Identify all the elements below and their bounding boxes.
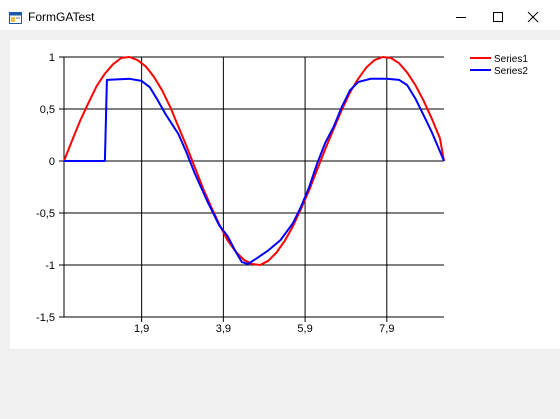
close-button[interactable] [510, 3, 556, 30]
minimize-icon [456, 16, 466, 18]
y-tick-label: -0,5 [36, 208, 55, 220]
x-tick-label: 3,9 [216, 323, 231, 335]
y-tick-label: 1 [49, 52, 55, 64]
close-icon [527, 11, 539, 22]
x-tick-label: 7,9 [379, 323, 394, 335]
window-title: FormGATest [28, 10, 95, 24]
y-tick-label: -1,5 [36, 312, 55, 324]
chart-panel: 1 0,5 0 -0,5 -1 -1,5 1,9 3,9 5,9 7,9 Series1 Serie… [10, 40, 560, 349]
app-icon [9, 11, 22, 24]
maximize-icon [493, 11, 503, 22]
y-tick-label: 0,5 [40, 104, 55, 116]
line-chart: 1 0,5 0 -0,5 -1 -1,5 1,9 3,9 5,9 7,9 Series1Serie… [36, 52, 528, 335]
x-tick-label: 1,9 [134, 323, 149, 335]
x-tick-label: 5,9 [297, 323, 312, 335]
y-tick-label: -1 [45, 260, 55, 272]
grid [64, 56, 444, 318]
y-tick-label: 0 [49, 156, 55, 168]
legend-label: Series2 [494, 66, 528, 77]
legend: Series1Series2 [470, 54, 528, 77]
axes: 1 0,5 0 -0,5 -1 -1,5 1,9 3,9 5,9 7,9 [36, 52, 444, 335]
legend-label: Series1 [494, 54, 528, 65]
window-titlebar[interactable]: FormGATest [0, 3, 560, 30]
form-client-area: 1 0,5 0 -0,5 -1 -1,5 1,9 3,9 5,9 7,9 Series1 Serie… [0, 30, 560, 419]
